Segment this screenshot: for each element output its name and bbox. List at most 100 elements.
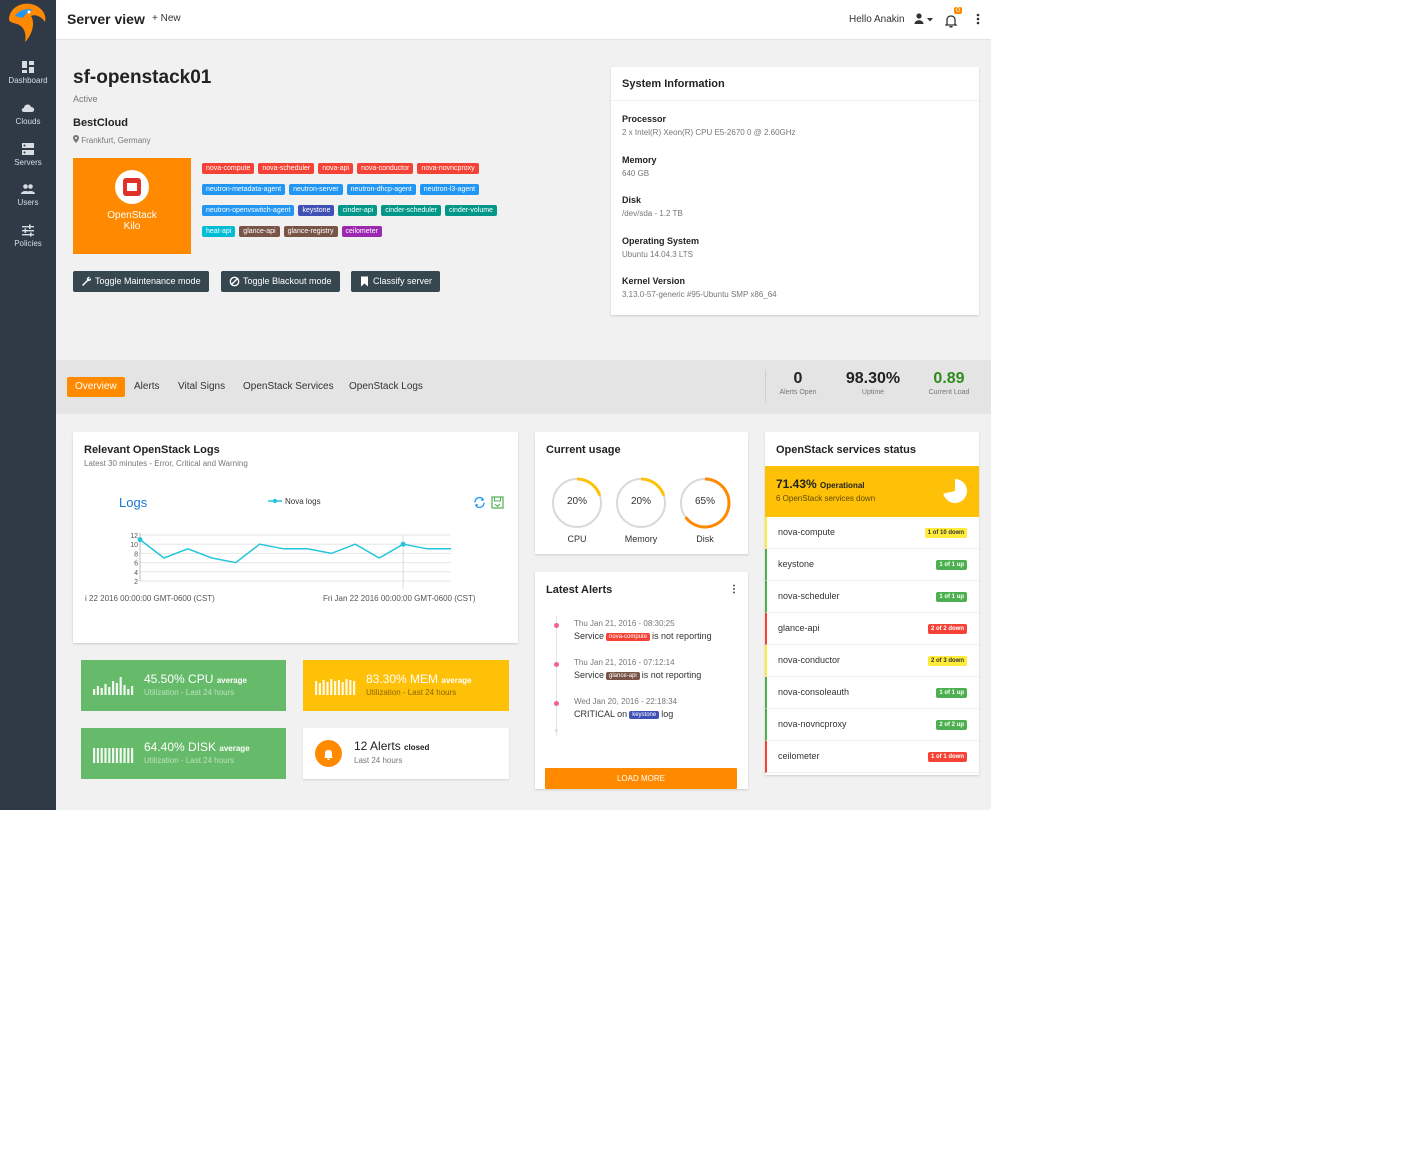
service-name: nova-conductor [778, 655, 841, 665]
service-tag[interactable]: neutron-openvswitch-agent [202, 205, 295, 216]
save-icon[interactable] [491, 496, 504, 509]
service-row-keystone[interactable]: keystone 1 of 1 up [765, 549, 979, 581]
service-tag[interactable]: cinder-scheduler [381, 205, 441, 216]
service-tag[interactable]: nova-api [318, 163, 354, 174]
refresh-icon[interactable] [473, 496, 486, 509]
service-tag[interactable]: heat-api [202, 226, 236, 237]
service-tag[interactable]: neutron-l3-agent [419, 184, 480, 195]
y-tick-label: 6 [134, 561, 138, 568]
sparkline-bar [318, 683, 321, 695]
service-name: nova-consoleauth [778, 687, 850, 697]
sidebar-item-dashboard[interactable]: Dashboard [0, 60, 56, 85]
y-tick-label: 10 [130, 542, 138, 549]
service-tag[interactable]: nova-scheduler [258, 163, 315, 174]
gauge-arc [640, 477, 666, 497]
timeline-dot [554, 662, 559, 667]
service-name: ceilometer [778, 751, 820, 761]
service-tag[interactable]: cinder-api [338, 205, 378, 216]
tab-alerts[interactable]: Alerts [126, 377, 168, 397]
service-row-nova-conductor[interactable]: nova-conductor 2 of 3 down [765, 645, 979, 677]
tab-vital-signs[interactable]: Vital Signs [170, 377, 233, 397]
server-location: Frankfurt, Germany [73, 135, 151, 145]
sparkline-bar [115, 683, 118, 695]
sidebar-item-label: Servers [14, 158, 42, 167]
y-tick-label: 2 [134, 579, 138, 586]
y-tick-label: 12 [130, 533, 138, 540]
sparkline-bar [108, 687, 111, 695]
service-row-nova-consoleauth[interactable]: nova-consoleauth 1 of 1 up [765, 677, 979, 709]
service-name: glance-api [778, 623, 820, 633]
bell-icon [945, 15, 957, 28]
sidebar: Dashboard Clouds Servers Users Policies [0, 0, 56, 810]
sparkline-bar [334, 681, 337, 695]
service-tag[interactable]: neutron-metadata-agent [202, 184, 286, 195]
app-logo-icon[interactable] [5, 2, 49, 44]
logs-card-title: Relevant OpenStack Logs [84, 444, 220, 456]
sidebar-item-clouds[interactable]: Clouds [0, 101, 56, 126]
sparkline-bar [104, 684, 107, 695]
service-tag[interactable]: glance-api [239, 226, 280, 237]
status-badge: 1 of 1 up [936, 560, 967, 570]
gauge-arc [576, 477, 602, 497]
logs-chart: Logs Nova logs 2 4 6 8 10 12 i 22 2016 00:00:00 … [85, 495, 476, 603]
new-button[interactable]: + New [152, 13, 181, 24]
pie-slice-operational [943, 479, 967, 503]
current-usage-title: Current usage [546, 444, 621, 456]
sparkline-bar [96, 686, 99, 695]
service-tags: nova-compute nova-scheduler nova-api nova-c… [202, 161, 592, 245]
service-tag[interactable]: keystone [298, 205, 335, 216]
page-title: Server view [67, 11, 145, 27]
load-more-button[interactable]: LOAD MORE [545, 768, 737, 789]
more-options-icon[interactable] [731, 583, 737, 595]
tab-openstack-logs[interactable]: OpenStack Logs [341, 377, 431, 397]
sparkline-bar [112, 681, 115, 695]
bar-sparkline-icon [93, 677, 134, 695]
service-tag[interactable]: nova-novncproxy [417, 163, 479, 174]
legend-label: Nova logs [285, 497, 321, 506]
service-tag[interactable]: nova-conductor [357, 163, 414, 174]
service-row-nova-scheduler[interactable]: nova-scheduler 1 of 1 up [765, 581, 979, 613]
sysinfo-disk: Disk /dev/sda - 1.2 TB [622, 195, 683, 218]
sparkline-bar [127, 748, 130, 763]
sidebar-item-users[interactable]: Users [0, 182, 56, 207]
service-tag[interactable]: cinder-volume [444, 205, 497, 216]
sparkline-bar [322, 680, 325, 695]
system-information-title: System Information [611, 67, 979, 101]
user-menu-icon[interactable] [914, 12, 936, 26]
classify-server-button[interactable]: Classify server [351, 271, 441, 292]
y-tick-label: 4 [134, 570, 138, 577]
service-row-glance-api[interactable]: glance-api 2 of 2 down [765, 613, 979, 645]
service-tag[interactable]: neutron-dhcp-agent [346, 184, 416, 195]
sparkline-bar [115, 748, 118, 763]
timeline-line [556, 616, 557, 736]
kpi-alerts-open: 0 Alerts Open [779, 370, 817, 396]
service-tag[interactable]: glance-registry [283, 226, 338, 237]
sidebar-item-servers[interactable]: Servers [0, 142, 56, 167]
x-tick-label: Fri Jan 22 2016 00:00:00 GMT-0600 (CST) [323, 594, 476, 603]
service-row-ceilometer[interactable]: ceilometer 1 of 1 down [765, 741, 979, 773]
service-row-nova-compute[interactable]: nova-compute 1 of 10 down [765, 517, 979, 549]
sidebar-item-label: Dashboard [8, 76, 48, 85]
policies-icon [22, 224, 34, 237]
tab-openstack-services[interactable]: OpenStack Services [235, 377, 342, 397]
kpi-uptime: 98.30% Uptime [845, 370, 901, 396]
latest-alerts-card: Latest Alerts Thu Jan 21, 2016 - 08:30:2… [535, 572, 748, 789]
status-badge: 1 of 10 down [924, 528, 967, 538]
openstack-logs-card: Relevant OpenStack Logs Latest 30 minute… [73, 432, 518, 643]
service-tag[interactable]: nova-compute [202, 163, 255, 174]
toggle-maintenance-button[interactable]: Toggle Maintenance mode [73, 271, 209, 292]
service-tag[interactable]: neutron-server [289, 184, 343, 195]
alert-service-tag: nova-compute [606, 633, 651, 641]
server-cloud: BestCloud [73, 117, 128, 129]
tab-overview[interactable]: Overview [67, 377, 125, 397]
sparkline-bar [315, 681, 318, 695]
notifications-bell[interactable]: 0 [945, 7, 962, 28]
timeline-dot [554, 701, 559, 706]
service-row-nova-novncproxy[interactable]: nova-novncproxy 2 of 2 up [765, 709, 979, 741]
wrench-icon [82, 276, 92, 286]
sparkline-bar [127, 689, 130, 695]
toggle-blackout-button[interactable]: Toggle Blackout mode [221, 271, 340, 292]
sidebar-item-policies[interactable]: Policies [0, 223, 56, 248]
more-options-icon[interactable] [974, 11, 982, 27]
service-tag[interactable]: ceilometer [341, 226, 382, 237]
